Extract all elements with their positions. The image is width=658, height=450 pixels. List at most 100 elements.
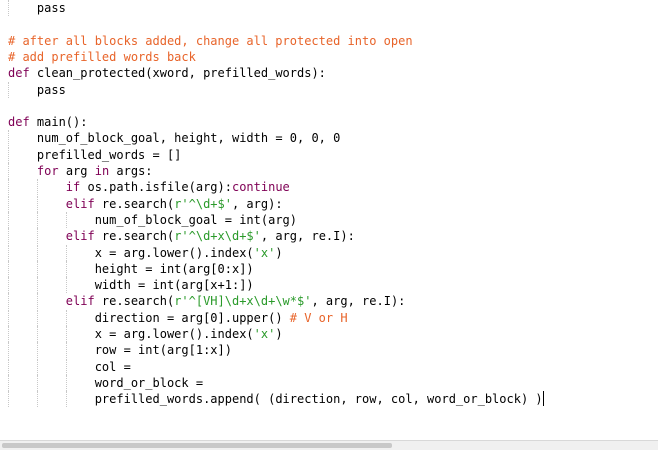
indent-guide: [8, 0, 10, 16]
indent-guide: [8, 211, 10, 228]
indent-guide: [8, 374, 10, 391]
indent-guide: [8, 309, 10, 326]
code-line[interactable]: num_of_block_goal, height, width = 0, 0,…: [8, 130, 340, 147]
code-line[interactable]: # add prefilled words back: [8, 49, 196, 65]
code-text: re.search(: [94, 196, 175, 211]
code-line[interactable]: direction = arg[0].upper() # V or H: [8, 309, 348, 326]
indent-guide: [66, 244, 68, 261]
code-keyword: def: [8, 115, 30, 130]
code-line[interactable]: x = arg.lower().index('x'): [8, 326, 283, 342]
code-line[interactable]: elif re.search(r'^[VH]\d+x\d+\w*$', arg,…: [8, 293, 406, 310]
indent-guide: [37, 342, 39, 359]
code-text: args:: [109, 164, 153, 178]
indent-guide: [37, 195, 39, 212]
code-keyword: elif: [65, 294, 95, 309]
code-text: re.search(: [94, 294, 175, 309]
code-line[interactable]: pass: [8, 81, 66, 98]
code-line[interactable]: def clean_protected(xword, prefilled_wor…: [8, 65, 326, 81]
code-text: col =: [94, 359, 139, 374]
code-keyword: if: [65, 180, 81, 195]
indent-guide: [8, 179, 10, 196]
code-text: pass: [36, 1, 66, 15]
code-line[interactable]: # after all blocks added, change all pro…: [8, 33, 413, 49]
horizontal-scrollbar-thumb[interactable]: [2, 443, 392, 448]
code-keyword: in: [94, 164, 110, 178]
code-line[interactable]: elif re.search(r'^\d+$', arg):: [8, 195, 283, 212]
code-text: , arg, re.I):: [311, 294, 406, 309]
code-keyword: elif: [65, 229, 95, 244]
code-text: height = int(arg[0:x]): [94, 261, 254, 276]
code-line[interactable]: for arg in args:: [8, 163, 153, 179]
code-line[interactable]: x = arg.lower().index('x'): [8, 244, 283, 261]
horizontal-scrollbar[interactable]: [0, 440, 658, 450]
code-comment: # after all blocks added, change all pro…: [8, 33, 413, 48]
indent-guide: [66, 374, 68, 391]
code-editor[interactable]: pass # after all blocks added, change all…: [0, 0, 658, 440]
code-string: 'x': [253, 245, 276, 260]
code-line[interactable]: num_of_block_goal = int(arg): [8, 211, 297, 228]
indent-guide: [8, 244, 10, 261]
code-line[interactable]: height = int(arg[0:x]): [8, 260, 254, 277]
indent-guide: [66, 391, 68, 408]
code-string: 'x': [253, 327, 276, 341]
code-line[interactable]: width = int(arg[x+1:]): [8, 277, 254, 294]
code-text: , arg):: [231, 196, 283, 211]
code-keyword: continue: [231, 180, 290, 195]
indent-guide: [8, 277, 10, 294]
indent-guide: [8, 260, 10, 277]
indent-guide: [37, 374, 39, 391]
code-text: , arg, re.I):: [260, 229, 355, 244]
indent-guide: [66, 309, 68, 326]
code-line[interactable]: def main():: [8, 114, 87, 130]
indent-guide: [37, 391, 39, 408]
code-line[interactable]: prefilled_words = []: [8, 146, 182, 163]
code-text: os.path.isfile(arg):: [80, 180, 232, 195]
indent-guide: [8, 163, 10, 179]
code-line[interactable]: pass: [8, 0, 66, 16]
code-line[interactable]: row = int(arg[1:x]): [8, 342, 232, 359]
code-line[interactable]: prefilled_words.append( (direction, row,…: [8, 391, 544, 408]
indent-guide: [37, 358, 39, 375]
code-keyword: for: [36, 164, 59, 178]
code-text: clean_protected(xword, prefilled_words):: [29, 66, 326, 81]
code-line[interactable]: word_or_block =: [8, 374, 211, 391]
indent-guide: [8, 293, 10, 310]
indent-guide: [66, 326, 68, 342]
indent-guide: [37, 228, 39, 245]
indent-guide: [66, 211, 68, 228]
indent-guide: [37, 211, 39, 228]
indent-guide: [66, 277, 68, 294]
indent-guide: [8, 81, 10, 98]
code-text: num_of_block_goal = int(arg): [94, 212, 297, 227]
indent-guide: [66, 342, 68, 359]
indent-guide: [37, 244, 39, 261]
code-line[interactable]: if os.path.isfile(arg):continue: [8, 179, 290, 196]
code-text: prefilled_words = []: [36, 147, 182, 162]
indent-guide: [37, 260, 39, 277]
code-line[interactable]: col =: [8, 358, 139, 375]
code-comment: # V or H: [289, 310, 348, 325]
code-text: main():: [29, 115, 88, 130]
code-string: r'^[VH]\d+x\d+\w*$': [174, 294, 312, 309]
indent-guide: [8, 195, 10, 212]
indent-guide: [66, 260, 68, 277]
text-cursor: [542, 391, 544, 407]
indent-guide: [66, 358, 68, 375]
indent-guide: [37, 326, 39, 342]
code-text: word_or_block =: [94, 375, 211, 390]
code-line[interactable]: elif re.search(r'^\d+x\d+$', arg, re.I):: [8, 228, 355, 245]
code-text: arg: [58, 164, 95, 178]
indent-guide: [8, 391, 10, 408]
